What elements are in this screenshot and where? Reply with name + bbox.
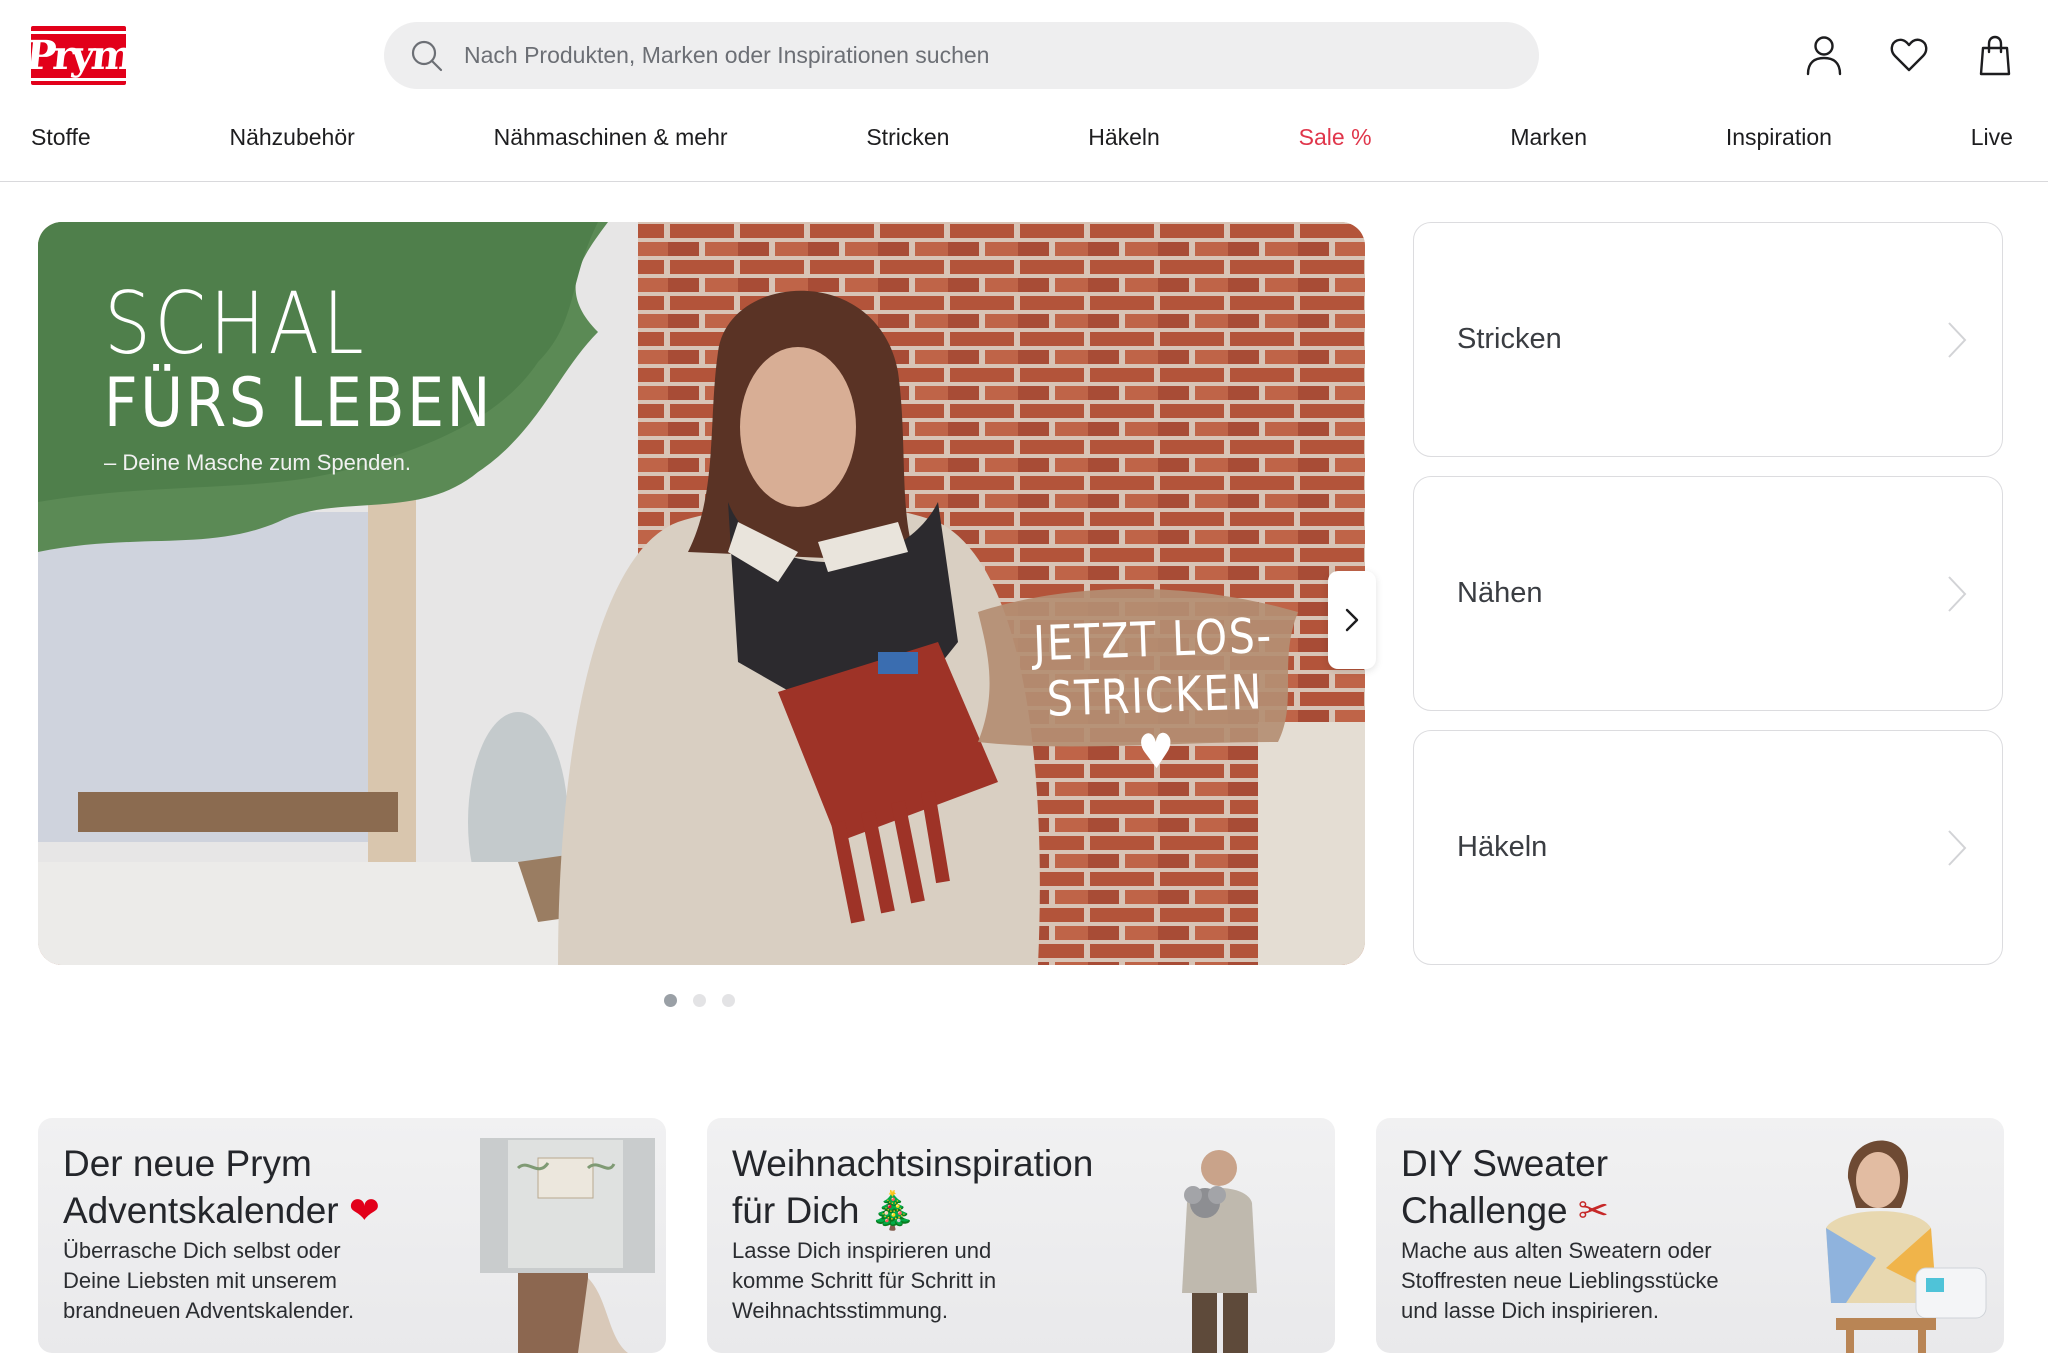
hero-subtitle: – Deine Masche zum Spenden.	[104, 450, 411, 475]
search-input[interactable]	[464, 42, 1364, 69]
heart-icon[interactable]	[1889, 34, 1929, 76]
promo-desc-line3: brandneuen Adventskalender.	[63, 1298, 355, 1323]
category-card-stricken[interactable]: Stricken	[1413, 222, 2003, 457]
promo-desc-line3: und lasse Dich inspirieren.	[1401, 1298, 1660, 1323]
promo-description: Lasse Dich inspirieren und komme Schritt …	[732, 1236, 996, 1326]
category-card-naehen[interactable]: Nähen	[1413, 476, 2003, 711]
promo-card-diy-sweater[interactable]: DIY Sweater Challenge ✂ Mache aus alten S…	[1376, 1118, 2004, 1353]
hero-title-line1: SCHAL	[104, 274, 368, 374]
carousel-dot-1[interactable]	[664, 994, 677, 1007]
hero-banner[interactable]: SCHAL FÜRS LEBEN – Deine Masche zum Spen…	[38, 222, 1365, 965]
promo-desc-line3: Weihnachtsstimmung.	[732, 1298, 949, 1323]
promo-desc-line2: Stoffresten neue Lieblingsstücke	[1401, 1268, 1719, 1293]
carousel-dot-2[interactable]	[693, 994, 706, 1007]
promo-desc-line1: Mache aus alten Sweatern oder	[1401, 1238, 1712, 1263]
nav-item-sale[interactable]: Sale %	[1299, 124, 1372, 151]
account-icon[interactable]	[1804, 34, 1844, 76]
promo-desc-line2: komme Schritt für Schritt in	[732, 1268, 997, 1293]
hero-cta-line2: STRICKEN ♥	[1045, 664, 1265, 781]
carousel-next-button[interactable]	[1328, 571, 1376, 669]
child-with-toy-image	[1182, 1150, 1257, 1353]
chevron-right-icon	[1948, 829, 1967, 866]
promo-title: Der neue Prym Adventskalender ❤	[63, 1140, 380, 1234]
promo-title-line2: Challenge	[1401, 1190, 1568, 1231]
category-card-haekeln[interactable]: Häkeln	[1413, 730, 2003, 965]
hero-cta-line1: JETZT LOS-	[1032, 607, 1274, 673]
logo-text: Prym	[16, 30, 141, 81]
promo-desc-line1: Lasse Dich inspirieren und	[732, 1238, 992, 1263]
christmas-tree-icon: 🎄	[869, 1189, 916, 1232]
promo-card-weihnachtsinspiration[interactable]: Weihnachtsinspiration für Dich 🎄 Lasse Di…	[707, 1118, 1335, 1353]
promo-desc-line1: Überrasche Dich selbst oder	[63, 1238, 341, 1263]
promo-title-line1: Weihnachtsinspiration	[732, 1143, 1094, 1184]
nav-item-naehmaschinen[interactable]: Nähmaschinen & mehr	[494, 124, 728, 151]
nav-divider	[0, 181, 2048, 182]
category-label: Nähen	[1457, 577, 1543, 609]
promo-title-line1: Der neue Prym	[63, 1143, 312, 1184]
promo-title: DIY Sweater Challenge ✂	[1401, 1140, 1609, 1234]
promo-title-line1: DIY Sweater	[1401, 1143, 1609, 1184]
carousel-dot-3[interactable]	[722, 994, 735, 1007]
promo-description: Überrasche Dich selbst oder Deine Liebste…	[63, 1236, 354, 1326]
carousel-dots	[664, 994, 735, 1007]
promo-title: Weihnachtsinspiration für Dich 🎄	[732, 1140, 1093, 1234]
nav-item-naehzubehoer[interactable]: Nähzubehör	[229, 124, 354, 151]
nav-item-stoffe[interactable]: Stoffe	[31, 124, 91, 151]
promo-title-line2: für Dich	[732, 1190, 860, 1231]
hero-title-line2: FÜRS LEBEN	[104, 364, 493, 443]
scissors-icon: ✂	[1577, 1189, 1609, 1232]
nav-item-live[interactable]: Live	[1971, 124, 2013, 151]
category-label: Häkeln	[1457, 831, 1548, 863]
promo-description: Mache aus alten Sweatern oder Stoffresten…	[1401, 1236, 1719, 1326]
hero-cta: JETZT LOS- STRICKEN ♥	[1029, 608, 1281, 785]
nav-item-haekeln[interactable]: Häkeln	[1088, 124, 1160, 151]
chevron-right-icon	[1345, 608, 1359, 632]
promo-desc-line2: Deine Liebsten mit unserem	[63, 1268, 337, 1293]
heart-icon: ❤	[348, 1189, 380, 1232]
chevron-right-icon	[1948, 321, 1967, 358]
promo-title-line2: Adventskalender	[63, 1190, 339, 1231]
advent-calendar-image	[480, 1138, 655, 1353]
search-bar[interactable]	[384, 22, 1539, 89]
chevron-right-icon	[1948, 575, 1967, 612]
promo-card-adventskalender[interactable]: Der neue Prym Adventskalender ❤ Überrasch…	[38, 1118, 666, 1353]
search-icon	[411, 40, 443, 71]
shopping-bag-icon[interactable]	[1975, 34, 2015, 76]
main-nav: Stoffe Nähzubehör Nähmaschinen & mehr St…	[31, 124, 2013, 151]
prym-logo[interactable]: Prym	[16, 26, 141, 85]
woman-with-sewing-machine-image	[1826, 1140, 1987, 1353]
category-label: Stricken	[1457, 323, 1562, 355]
nav-item-marken[interactable]: Marken	[1510, 124, 1587, 151]
nav-item-inspiration[interactable]: Inspiration	[1726, 124, 1832, 151]
nav-item-stricken[interactable]: Stricken	[866, 124, 949, 151]
